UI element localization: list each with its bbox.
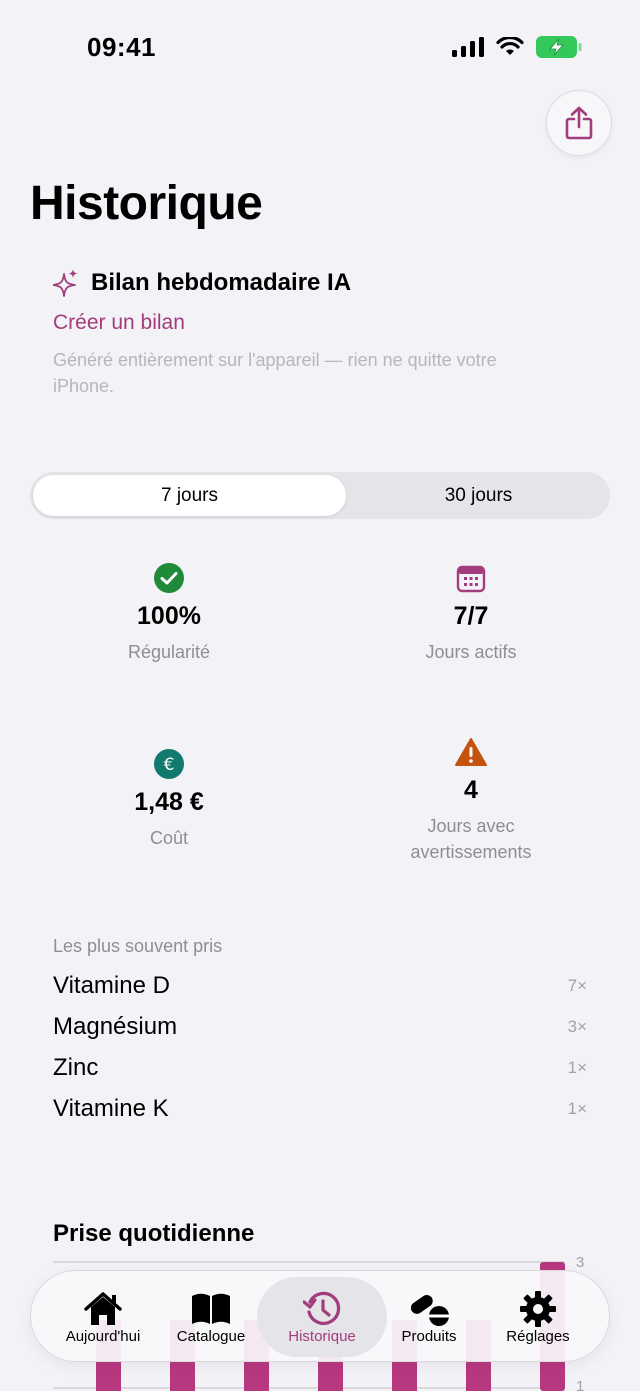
list-item: Vitamine K 1×: [53, 1093, 587, 1125]
house-icon: [84, 1291, 122, 1325]
tab-label: Aujourd'hui: [65, 1327, 141, 1345]
page-title: Historique: [30, 177, 263, 230]
stat-regularity: 100% Régularité: [49, 562, 289, 665]
item-name: Vitamine D: [53, 972, 170, 999]
tab-label: Historique: [288, 1327, 356, 1345]
item-name: Zinc: [53, 1054, 99, 1081]
status-bar: 09:41: [0, 0, 640, 96]
calendar-icon: [456, 565, 486, 593]
tab-bar: Aujourd'hui Catalogue Historique Produit…: [30, 1270, 610, 1362]
item-name: Vitamine K: [53, 1095, 169, 1122]
tab-catalogue[interactable]: Catalogue: [151, 1277, 271, 1357]
check-circle-icon: [154, 563, 184, 593]
y-tick-label: 3: [576, 1254, 584, 1271]
signal-icon: [452, 37, 484, 57]
stat-label: Régularité: [127, 642, 211, 662]
item-count: 1×: [567, 1058, 587, 1077]
create-summary-link[interactable]: Créer un bilan: [53, 311, 185, 335]
frequent-heading: Les plus souvent pris: [53, 936, 223, 956]
book-icon: [192, 1293, 230, 1324]
tab-history[interactable]: Historique: [257, 1277, 387, 1357]
share-button[interactable]: [546, 90, 612, 156]
stat-warnings: 4 Jours avec avertissements: [351, 736, 591, 865]
ai-summary-title: Bilan hebdomadaire IA: [91, 269, 352, 296]
stat-value: 4: [464, 776, 478, 804]
item-count: 3×: [567, 1017, 587, 1036]
svg-text:€: €: [164, 755, 175, 775]
tab-products[interactable]: Produits: [369, 1277, 489, 1357]
stat-value: 100%: [137, 602, 201, 630]
stat-value: 1,48 €: [134, 788, 204, 816]
status-icons: [452, 36, 582, 58]
list-item: Vitamine D 7×: [53, 970, 587, 1002]
wifi-icon: [496, 37, 524, 55]
stat-label: Jours actifs: [425, 642, 517, 662]
euro-circle-icon: €: [154, 749, 184, 779]
tab-settings[interactable]: Réglages: [478, 1277, 598, 1357]
stat-value: 7/7: [453, 602, 489, 630]
sparkles-icon: [53, 269, 78, 297]
tab-label: Produits: [401, 1327, 457, 1345]
item-count: 7×: [567, 976, 587, 995]
stat-label: Coût: [149, 828, 189, 848]
stat-label: Jours avec avertissements: [410, 816, 532, 862]
gear-icon: [520, 1290, 556, 1327]
status-time: 09:41: [87, 32, 156, 62]
warning-icon: [455, 738, 487, 766]
list-item: Magnésium 3×: [53, 1011, 587, 1043]
stat-cost: € 1,48 € Coût: [49, 748, 289, 851]
tab-today[interactable]: Aujourd'hui: [43, 1277, 163, 1357]
share-icon: [565, 106, 593, 140]
battery-charging-icon: [536, 36, 582, 58]
range-segmented-control: 7 jours 30 jours: [30, 472, 610, 519]
tab-label: Réglages: [506, 1327, 570, 1345]
item-count: 1×: [567, 1099, 587, 1118]
history-icon: [303, 1291, 341, 1325]
list-item: Zinc 1×: [53, 1052, 587, 1084]
daily-chart-title: Prise quotidienne: [53, 1220, 255, 1247]
ai-summary-header: Bilan hebdomadaire IA: [53, 268, 351, 298]
tab-label: Catalogue: [176, 1327, 246, 1345]
stat-active-days: 7/7 Jours actifs: [351, 562, 591, 665]
y-tick-label: 1: [576, 1378, 584, 1391]
ai-privacy-note: Généré entièrement sur l'appareil — rien…: [53, 350, 497, 396]
pills-icon: [410, 1294, 449, 1326]
segment-30-days[interactable]: 30 jours: [350, 475, 607, 516]
item-name: Magnésium: [53, 1013, 178, 1040]
segment-7-days[interactable]: 7 jours: [33, 475, 346, 516]
